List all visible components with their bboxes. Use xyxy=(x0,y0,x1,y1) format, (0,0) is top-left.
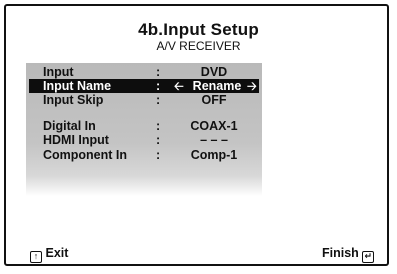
menu-row-component-in[interactable]: Component In : Comp-1 xyxy=(29,148,259,162)
menu-row-input[interactable]: Input : DVD xyxy=(29,65,259,79)
menu-row-digital-in[interactable]: Digital In : COAX-1 xyxy=(29,119,259,133)
menu-row-hdmi-input[interactable]: HDMI Input : – – – xyxy=(29,133,259,147)
menu-row-label: Component In xyxy=(43,148,128,162)
enter-icon: ↵ xyxy=(362,251,375,263)
menu-row-label: Input Name xyxy=(43,79,112,93)
menu-row-value: COAX-1 xyxy=(190,119,238,133)
separator: : xyxy=(156,133,161,147)
menu-row-value: Rename xyxy=(192,79,242,93)
exit-button[interactable]: ↑ Exit xyxy=(30,245,68,263)
menu-row-value: Comp-1 xyxy=(190,148,238,162)
page-subtitle: A/V RECEIVER xyxy=(156,39,241,53)
finish-label: Finish xyxy=(322,246,359,260)
separator: : xyxy=(156,93,161,107)
separator: : xyxy=(156,79,161,93)
separator: : xyxy=(156,119,161,133)
menu-row-input-skip[interactable]: Input Skip : OFF xyxy=(29,93,259,107)
menu-row-label: Digital In xyxy=(43,119,96,133)
exit-label: Exit xyxy=(45,246,69,260)
menu-row-label: Input xyxy=(43,65,74,79)
menu-row-value: OFF xyxy=(201,93,227,107)
menu-row-value: – – – xyxy=(200,133,228,147)
menu-row-input-name[interactable]: Input Name : 🡠 Rename 🡢 xyxy=(29,79,259,93)
finish-button[interactable]: Finish ↵ xyxy=(322,245,375,263)
separator: : xyxy=(156,148,161,162)
menu-row-value: DVD xyxy=(200,65,228,79)
right-arrow-icon[interactable]: 🡢 xyxy=(247,79,257,93)
menu-row-label: Input Skip xyxy=(43,93,104,107)
osd-window: 4b.Input Setup A/V RECEIVER Input : DVD … xyxy=(4,4,389,266)
separator: : xyxy=(156,65,161,79)
page-title: 4b.Input Setup xyxy=(138,20,259,39)
menu-row-label: HDMI Input xyxy=(43,133,109,147)
return-icon: ↑ xyxy=(30,251,42,263)
